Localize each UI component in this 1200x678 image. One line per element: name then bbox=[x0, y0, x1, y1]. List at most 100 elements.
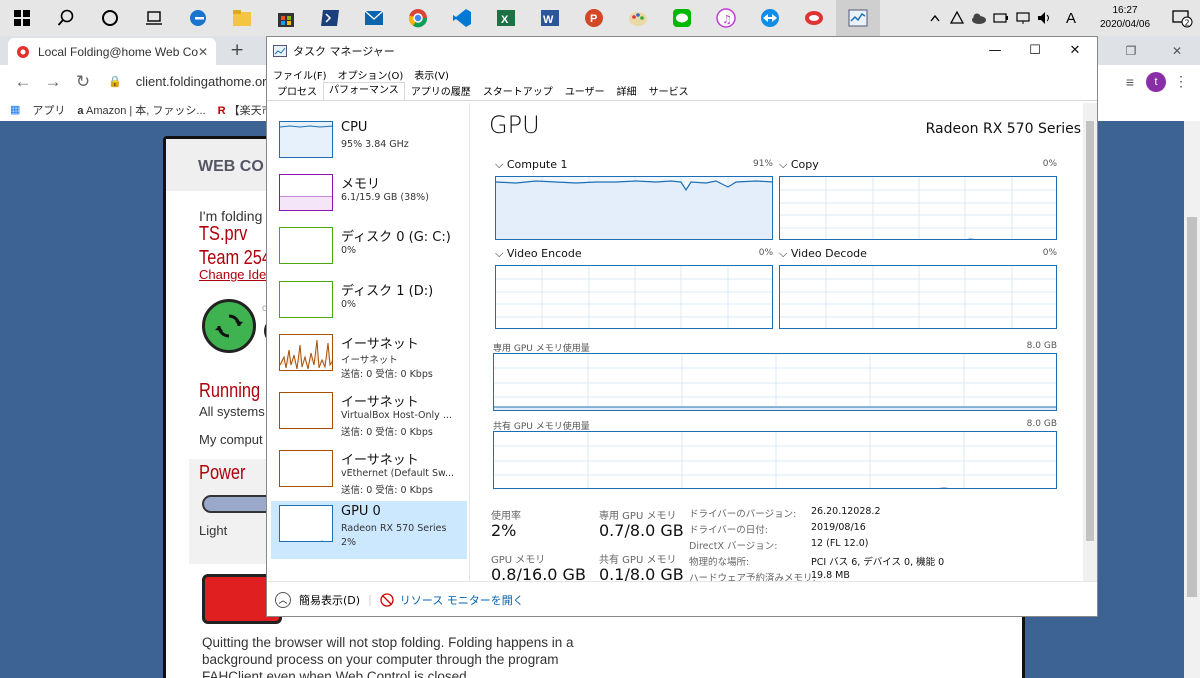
engine-selector-compute[interactable]: ⌵ Compute 1 bbox=[495, 158, 568, 172]
resource-item-disk1[interactable]: ディスク 1 (D:) 0% bbox=[271, 277, 467, 335]
engine-pct: 0% bbox=[1042, 159, 1057, 169]
task-view-icon[interactable] bbox=[132, 0, 176, 36]
tab-processes[interactable]: プロセス bbox=[271, 84, 323, 100]
menu-options[interactable]: オプション(O) bbox=[338, 67, 404, 82]
resource-item-gpu0[interactable]: GPU 0 Radeon RX 570 Series 2% bbox=[271, 501, 467, 559]
network-icon[interactable] bbox=[1012, 0, 1034, 36]
close-button[interactable]: ✕ bbox=[1154, 36, 1200, 65]
tab-details[interactable]: 詳細 bbox=[611, 84, 643, 100]
new-tab-button[interactable]: + bbox=[230, 40, 244, 60]
chevron-up-icon[interactable]: ︿ bbox=[275, 591, 291, 608]
my-computer-text: My comput bbox=[199, 432, 263, 447]
paint-icon[interactable] bbox=[616, 0, 660, 36]
bookmark-rakuten[interactable]: R 【楽天市 bbox=[218, 102, 273, 118]
resource-throughput: 送信: 0 受信: 0 Kbps bbox=[341, 369, 433, 380]
info-location-key: 物理的な場所: bbox=[689, 557, 750, 568]
ime-indicator[interactable]: A bbox=[1056, 0, 1086, 36]
resource-item-cpu[interactable]: CPU 95% 3.84 GHz bbox=[271, 117, 467, 175]
drive-icon[interactable] bbox=[946, 0, 968, 36]
bookmark-amazon-label: Amazon | 本, ファッシ... bbox=[85, 104, 206, 117]
close-tab-icon[interactable]: ✕ bbox=[198, 45, 208, 59]
apps-grid-icon[interactable]: ▦ bbox=[10, 103, 20, 116]
bookmark-apps[interactable]: アプリ bbox=[32, 102, 65, 118]
compute-graph-plot bbox=[496, 177, 772, 239]
resource-item-ethernet-1[interactable]: イーサネット イーサネット 送信: 0 受信: 0 Kbps bbox=[271, 330, 467, 388]
chevron-up-icon[interactable] bbox=[924, 0, 946, 36]
video-encode-graph bbox=[495, 265, 773, 329]
excel-icon[interactable]: X bbox=[484, 0, 528, 36]
resource-name: CPU bbox=[341, 120, 368, 135]
menu-file[interactable]: ファイル(F) bbox=[273, 67, 327, 82]
power-level-label: Light bbox=[199, 523, 228, 538]
maximize-button[interactable]: ❐ bbox=[1108, 36, 1154, 65]
task-manager-titlebar: タスク マネージャー bbox=[267, 37, 1097, 65]
menu-icon[interactable]: ⋮ bbox=[1174, 73, 1188, 90]
tab-services[interactable]: サービス bbox=[643, 84, 695, 100]
web-control-title: WEB CO bbox=[198, 158, 264, 175]
lock-icon[interactable]: 🔒 bbox=[108, 75, 122, 88]
vscode-icon[interactable] bbox=[440, 0, 484, 36]
cloud-icon[interactable] bbox=[968, 0, 990, 36]
profile-avatar[interactable]: t bbox=[1146, 71, 1166, 92]
tm-scrollbar[interactable] bbox=[1083, 103, 1097, 581]
tab-performance[interactable]: パフォーマンス bbox=[323, 82, 405, 100]
teamviewer-icon[interactable] bbox=[748, 0, 792, 36]
browser-tab[interactable]: Local Folding@home Web Contr ✕ bbox=[8, 38, 216, 65]
resource-item-ethernet-2[interactable]: イーサネット VirtualBox Host-Only ... 送信: 0 受信… bbox=[271, 388, 467, 446]
start-button[interactable] bbox=[0, 0, 44, 36]
bookmark-amazon[interactable]: a Amazon | 本, ファッシ... bbox=[77, 102, 205, 118]
line-icon[interactable] bbox=[660, 0, 704, 36]
resource-item-disk0[interactable]: ディスク 0 (G: C:) 0% bbox=[271, 223, 467, 281]
tm-scrollbar-thumb[interactable] bbox=[1086, 121, 1094, 541]
powerpoint-icon[interactable]: P bbox=[572, 0, 616, 36]
tab-users[interactable]: ユーザー bbox=[559, 84, 611, 100]
resource-monitor-icon bbox=[380, 592, 394, 607]
url-field[interactable]: client.foldingathome.org bbox=[136, 74, 274, 89]
resource-throughput: 送信: 0 受信: 0 Kbps bbox=[341, 485, 433, 496]
word-icon[interactable]: W bbox=[528, 0, 572, 36]
change-identity-link[interactable]: Change Ide bbox=[199, 267, 266, 282]
resource-item-ethernet-3[interactable]: イーサネット vEthernet (Default Sw... 送信: 0 受信… bbox=[271, 446, 467, 504]
back-button[interactable]: ← bbox=[8, 72, 38, 92]
clock[interactable]: 16:27 2020/04/06 bbox=[1086, 4, 1164, 32]
tab-app-history[interactable]: アプリの履歴 bbox=[405, 84, 477, 100]
engine-selector-decode[interactable]: ⌵ Video Decode bbox=[779, 247, 867, 261]
menu-view[interactable]: 表示(V) bbox=[414, 67, 449, 82]
forward-button[interactable]: → bbox=[38, 72, 68, 92]
cpu-thumbnail-graph bbox=[279, 121, 333, 158]
volume-icon[interactable] bbox=[1034, 0, 1056, 36]
tm-close-button[interactable]: ✕ bbox=[1055, 37, 1095, 63]
media-icon[interactable]: ≡ bbox=[1126, 74, 1134, 90]
engine-selector-copy[interactable]: ⌵ Copy bbox=[779, 158, 819, 172]
ethernet-thumbnail-graph bbox=[279, 334, 333, 371]
powershell-icon[interactable] bbox=[308, 0, 352, 36]
tm-minimize-button[interactable]: — bbox=[975, 37, 1015, 63]
task-manager-icon[interactable] bbox=[836, 0, 880, 36]
taskbar: X W P ♫ A 16:27 2020/04/06 2 bbox=[0, 0, 1200, 36]
stat-shared-value: 0.1/8.0 GB bbox=[599, 565, 684, 581]
shared-memory-graph-plot bbox=[494, 432, 1056, 488]
info-reserved-key: ハードウェア予約済みメモリ: bbox=[689, 573, 816, 581]
app-icon[interactable] bbox=[792, 0, 836, 36]
status-subtext: All systems bbox=[199, 404, 265, 419]
search-icon[interactable] bbox=[44, 0, 88, 36]
resource-item-memory[interactable]: メモリ 6.1/15.9 GB (38%) bbox=[271, 170, 467, 228]
edge-icon[interactable] bbox=[176, 0, 220, 36]
battery-icon[interactable] bbox=[990, 0, 1012, 36]
clock-time: 16:27 bbox=[1112, 5, 1138, 16]
reload-button[interactable]: ↻ bbox=[68, 72, 98, 92]
page-scrollbar[interactable] bbox=[1184, 121, 1200, 678]
itunes-icon[interactable]: ♫ bbox=[704, 0, 748, 36]
engine-selector-encode[interactable]: ⌵ Video Encode bbox=[495, 247, 582, 261]
notifications-button[interactable]: 2 bbox=[1164, 0, 1200, 36]
mail-icon[interactable] bbox=[352, 0, 396, 36]
tab-startup[interactable]: スタートアップ bbox=[477, 84, 559, 100]
cortana-icon[interactable] bbox=[88, 0, 132, 36]
compact-view-link[interactable]: 簡易表示(D) bbox=[299, 592, 360, 608]
file-explorer-icon[interactable] bbox=[220, 0, 264, 36]
page-scrollbar-thumb[interactable] bbox=[1187, 217, 1197, 597]
store-icon[interactable] bbox=[264, 0, 308, 36]
tm-maximize-button[interactable]: ☐ bbox=[1015, 37, 1055, 63]
open-resource-monitor-link[interactable]: リソース モニターを開く bbox=[400, 592, 524, 608]
chrome-icon[interactable] bbox=[396, 0, 440, 36]
